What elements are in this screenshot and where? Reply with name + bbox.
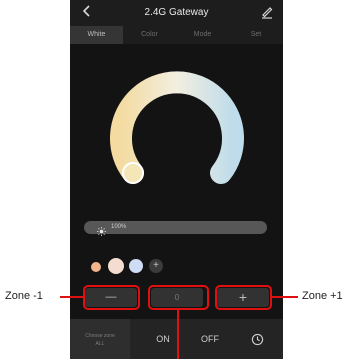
- preset-swatch-warm[interactable]: [91, 262, 101, 272]
- plus-icon: +: [153, 260, 159, 271]
- preset-swatch-neutral[interactable]: [108, 258, 124, 274]
- add-preset-button[interactable]: +: [149, 259, 163, 273]
- tab-mode[interactable]: Mode: [176, 26, 229, 44]
- tab-set[interactable]: Set: [229, 26, 283, 44]
- color-temperature-wheel[interactable]: [106, 68, 248, 188]
- zone-plus-pointer: [272, 296, 298, 298]
- zone-minus-pointer: [60, 296, 84, 298]
- tab-white[interactable]: White: [70, 26, 123, 44]
- pencil-icon[interactable]: [260, 5, 274, 19]
- clock-icon[interactable]: [251, 333, 264, 346]
- tab-color[interactable]: Color: [123, 26, 176, 44]
- zone-value-highlight: [148, 285, 209, 310]
- mode-tabs: White Color Mode Set: [70, 26, 283, 44]
- zone-minus-annotation: Zone -1: [5, 290, 43, 302]
- off-button[interactable]: OFF: [195, 334, 225, 345]
- brightness-value: 100%: [111, 224, 127, 230]
- preset-swatch-cool[interactable]: [129, 259, 143, 273]
- brightness-slider[interactable]: 100%: [84, 221, 267, 236]
- choose-zone-value: ALL: [95, 341, 105, 347]
- zone-plus-annotation: Zone +1: [302, 290, 343, 302]
- wheel-handle[interactable]: [122, 162, 144, 184]
- sun-icon: [97, 223, 106, 236]
- zone-plus-highlight: [215, 285, 272, 310]
- on-button[interactable]: ON: [148, 334, 178, 345]
- choose-zone-label: Choose zone: [85, 333, 115, 339]
- choose-zone-button[interactable]: Choose zone ALL: [70, 319, 130, 359]
- zone-value-pointer: [177, 310, 179, 359]
- page-title: 2.4G Gateway: [144, 7, 209, 18]
- top-bar: 2.4G Gateway: [70, 0, 283, 26]
- zone-minus-highlight: [83, 285, 140, 310]
